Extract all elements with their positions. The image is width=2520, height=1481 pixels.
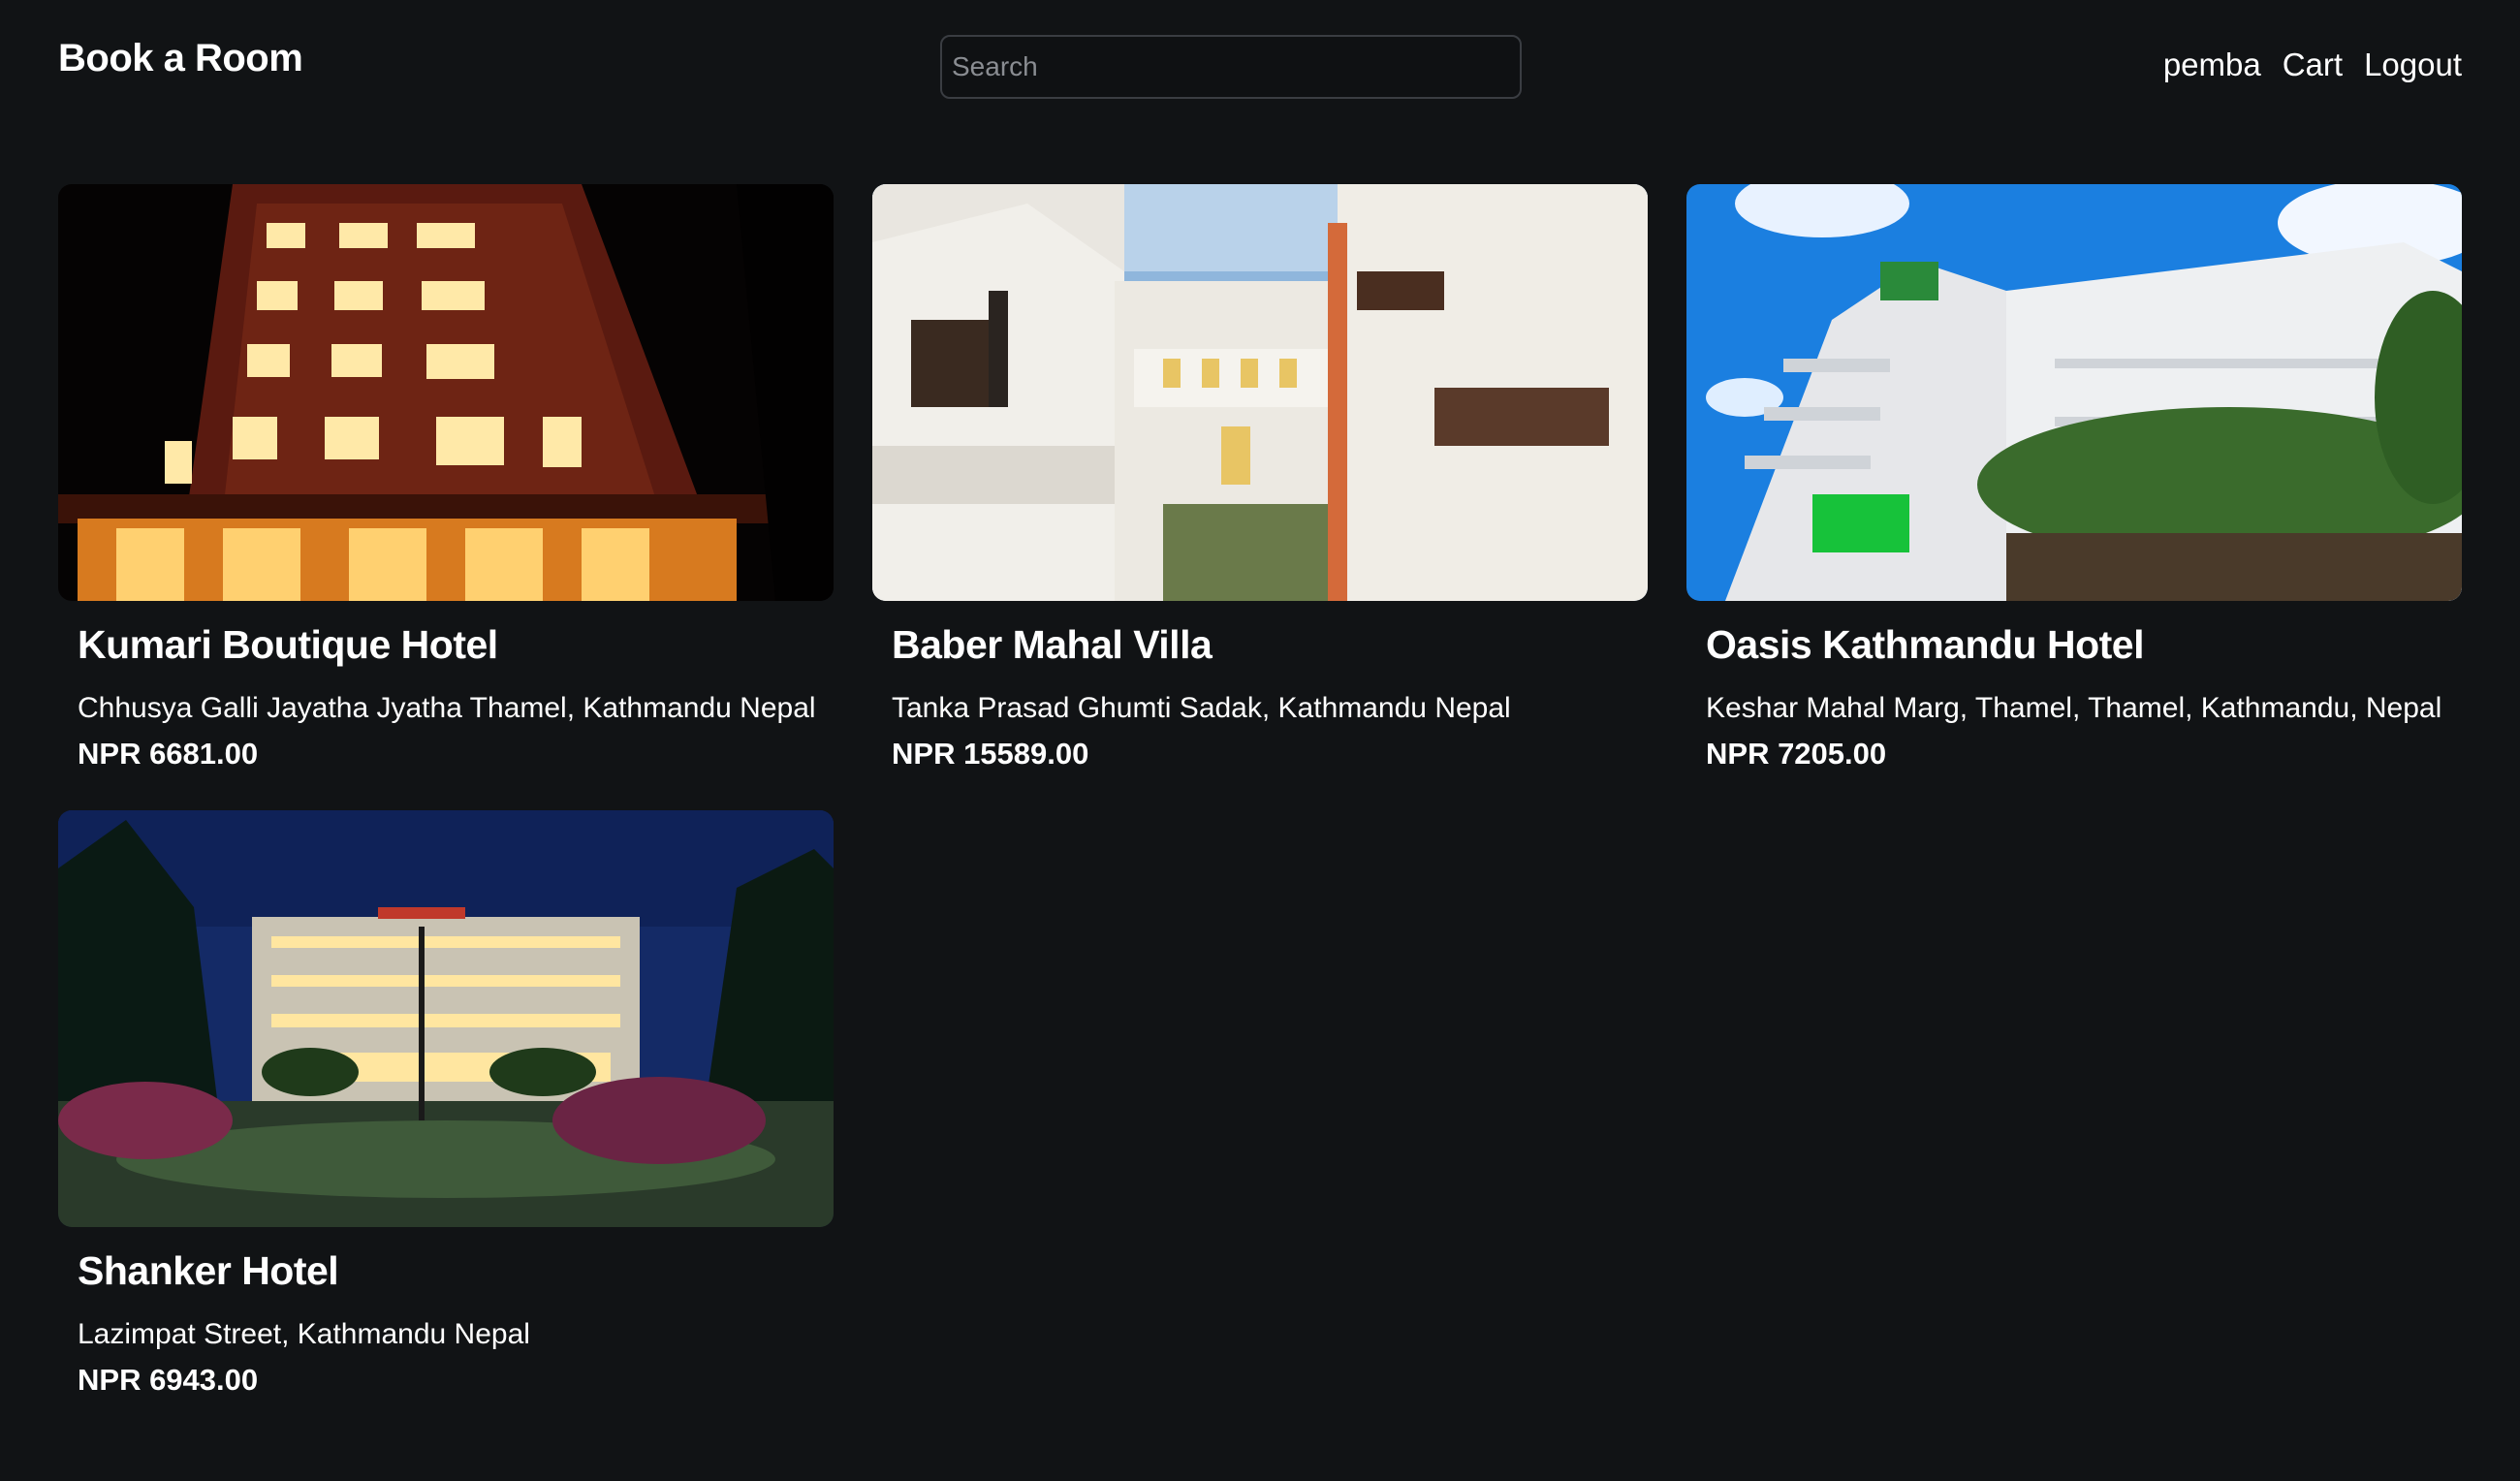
hotel-price: NPR 6943.00 (78, 1363, 259, 1397)
hotel-address: Chhusya Galli Jayatha Jyatha Thamel, Kat… (78, 692, 816, 724)
palace-hotel-dusk-garden-photo (58, 810, 834, 1227)
hotel-night-facade-photo (58, 184, 834, 601)
hotel-name[interactable]: Kumari Boutique Hotel (78, 622, 814, 671)
nav-links: pemba Cart Logout (2163, 47, 2462, 83)
hotel-card[interactable]: Kumari Boutique Hotel Chhusya Galli Jaya… (58, 184, 834, 772)
hotel-card[interactable]: Shanker Hotel Lazimpat Street, Kathmandu… (58, 810, 834, 1398)
hotel-image[interactable] (58, 184, 834, 601)
hotel-address: Tanka Prasad Ghumti Sadak, Kathmandu Nep… (892, 692, 1511, 724)
hotel-name[interactable]: Baber Mahal Villa (892, 622, 1628, 671)
search-input[interactable] (940, 35, 1522, 99)
hotel-card[interactable]: Baber Mahal Villa Tanka Prasad Ghumti Sa… (872, 184, 1648, 772)
logout-link[interactable]: Logout (2364, 47, 2462, 83)
white-palace-courtyard-photo (872, 184, 1648, 601)
page: Book a Room pemba Cart Logout (0, 0, 2520, 1481)
hotel-image[interactable] (1686, 184, 2462, 601)
hotel-grid: Kumari Boutique Hotel Chhusya Galli Jaya… (58, 184, 2462, 1398)
hotel-price: NPR 6681.00 (78, 737, 259, 771)
white-hotel-blue-sky-photo (1686, 184, 2462, 601)
hotel-image[interactable] (872, 184, 1648, 601)
hotel-price: NPR 7205.00 (1706, 737, 1887, 771)
hotel-price: NPR 15589.00 (892, 737, 1089, 771)
hotel-name[interactable]: Oasis Kathmandu Hotel (1706, 622, 2442, 671)
hotel-name[interactable]: Shanker Hotel (78, 1248, 814, 1297)
brand-logo-link[interactable]: Book a Room (58, 37, 303, 80)
navbar: Book a Room pemba Cart Logout (0, 0, 2520, 136)
user-profile-link[interactable]: pemba (2163, 47, 2261, 83)
hotel-address: Lazimpat Street, Kathmandu Nepal (78, 1318, 530, 1350)
hotel-image[interactable] (58, 810, 834, 1227)
cart-link[interactable]: Cart (2283, 47, 2343, 83)
hotel-address: Keshar Mahal Marg, Thamel, Thamel, Kathm… (1706, 692, 2442, 724)
hotel-card[interactable]: Oasis Kathmandu Hotel Keshar Mahal Marg,… (1686, 184, 2462, 772)
